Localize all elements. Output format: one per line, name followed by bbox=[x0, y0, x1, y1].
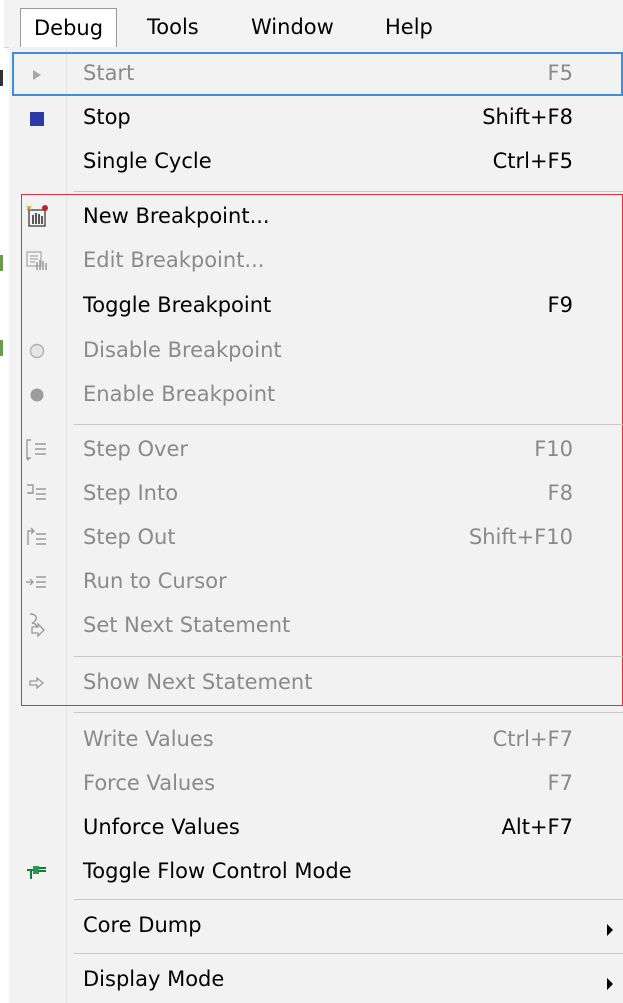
menu-item-label: Step Into bbox=[83, 481, 179, 505]
menu-bar: Debug Tools Window Help bbox=[0, 0, 623, 49]
menu-item-run-to-cursor[interactable]: Run to Cursor bbox=[10, 560, 623, 604]
menu-tools[interactable]: Tools bbox=[134, 8, 212, 47]
menu-item-label: Core Dump bbox=[83, 913, 202, 937]
menu-item-set-next-statement[interactable]: Set Next Statement bbox=[10, 604, 623, 648]
menu-item-shortcut: Ctrl+F7 bbox=[492, 727, 573, 751]
play-icon bbox=[24, 62, 50, 88]
menu-separator bbox=[74, 424, 623, 425]
menu-item-shortcut: Shift+F8 bbox=[482, 105, 573, 129]
menu-item-step-into[interactable]: Step Into F8 bbox=[10, 472, 623, 516]
menu-item-label: Start bbox=[83, 61, 135, 85]
submenu-arrow-icon bbox=[607, 924, 613, 936]
menu-item-label: Single Cycle bbox=[83, 149, 212, 173]
menu-item-shortcut: F7 bbox=[547, 771, 573, 795]
menu-item-label: Toggle Flow Control Mode bbox=[83, 859, 352, 883]
menu-separator bbox=[74, 899, 623, 900]
hollow-circle-icon bbox=[24, 338, 50, 364]
menu-item-shortcut: Shift+F10 bbox=[468, 525, 573, 549]
menu-separator bbox=[74, 656, 623, 657]
menu-item-shortcut: Ctrl+F5 bbox=[492, 149, 573, 173]
menu-item-core-dump[interactable]: Core Dump bbox=[10, 904, 623, 948]
menu-item-label: Run to Cursor bbox=[83, 569, 227, 593]
menu-item-label: Enable Breakpoint bbox=[83, 382, 276, 406]
menu-item-label: Stop bbox=[83, 105, 131, 129]
menu-item-label: Set Next Statement bbox=[83, 613, 291, 637]
menu-item-unforce-values[interactable]: Unforce Values Alt+F7 bbox=[10, 806, 623, 850]
menu-item-shortcut: F5 bbox=[547, 61, 573, 85]
edge-marker bbox=[0, 70, 3, 86]
menu-item-stop[interactable]: Stop Shift+F8 bbox=[10, 96, 623, 140]
menu-item-label: Edit Breakpoint... bbox=[83, 248, 265, 272]
menu-item-label: Write Values bbox=[83, 727, 214, 751]
menu-item-shortcut: F9 bbox=[547, 293, 573, 317]
menu-item-label: Toggle Breakpoint bbox=[83, 293, 272, 317]
menu-item-force-values[interactable]: Force Values F7 bbox=[10, 762, 623, 806]
step-out-icon bbox=[24, 525, 50, 551]
run-to-cursor-icon bbox=[24, 569, 50, 595]
menu-item-shortcut: Alt+F7 bbox=[501, 815, 573, 839]
menu-item-new-breakpoint[interactable]: New Breakpoint... bbox=[10, 196, 623, 240]
menu-item-disable-breakpoint[interactable]: Disable Breakpoint bbox=[10, 329, 623, 373]
flow-control-icon bbox=[24, 859, 50, 885]
menu-help[interactable]: Help bbox=[372, 8, 446, 47]
filled-circle-icon bbox=[24, 382, 50, 408]
menu-debug[interactable]: Debug bbox=[20, 8, 118, 49]
menu-item-write-values[interactable]: Write Values Ctrl+F7 bbox=[10, 718, 623, 762]
menu-item-step-over[interactable]: Step Over F10 bbox=[10, 428, 623, 472]
menu-separator bbox=[74, 712, 623, 713]
stop-icon bbox=[24, 106, 50, 132]
step-over-icon bbox=[24, 437, 50, 463]
menu-separator bbox=[74, 191, 623, 192]
menu-item-label: Disable Breakpoint bbox=[83, 338, 282, 362]
menu-item-label: Unforce Values bbox=[83, 815, 240, 839]
menu-separator bbox=[74, 953, 623, 954]
menu-item-show-next-statement[interactable]: Show Next Statement bbox=[10, 661, 623, 705]
menu-item-start[interactable]: Start F5 bbox=[10, 53, 623, 95]
menu-item-label: Force Values bbox=[83, 771, 216, 795]
menu-item-shortcut: F8 bbox=[547, 481, 573, 505]
menu-item-label: Step Over bbox=[83, 437, 188, 461]
step-into-icon bbox=[24, 481, 50, 507]
menu-window[interactable]: Window bbox=[238, 8, 347, 47]
menu-item-single-cycle[interactable]: Single Cycle Ctrl+F5 bbox=[10, 140, 623, 184]
menu-item-label: New Breakpoint... bbox=[83, 204, 270, 228]
edit-breakpoint-icon bbox=[24, 248, 50, 274]
menu-item-label: Show Next Statement bbox=[83, 670, 313, 694]
menu-item-toggle-breakpoint[interactable]: Toggle Breakpoint F9 bbox=[10, 284, 623, 328]
menu-item-label: Display Mode bbox=[83, 967, 225, 991]
set-next-statement-icon bbox=[24, 612, 50, 638]
edge-marker bbox=[0, 255, 3, 271]
edge-marker bbox=[0, 340, 3, 356]
menu-item-toggle-flow-control-mode[interactable]: Toggle Flow Control Mode bbox=[10, 850, 623, 894]
menu-item-display-mode[interactable]: Display Mode bbox=[10, 958, 623, 1002]
menu-item-step-out[interactable]: Step Out Shift+F10 bbox=[10, 516, 623, 560]
menu-item-label: Step Out bbox=[83, 525, 176, 549]
new-breakpoint-icon bbox=[24, 204, 50, 230]
menu-item-enable-breakpoint[interactable]: Enable Breakpoint bbox=[10, 373, 623, 417]
menu-item-edit-breakpoint[interactable]: Edit Breakpoint... bbox=[10, 240, 623, 284]
menu-item-shortcut: F10 bbox=[534, 437, 573, 461]
right-arrow-icon bbox=[24, 670, 50, 696]
submenu-arrow-icon bbox=[607, 978, 613, 990]
left-edge bbox=[0, 0, 4, 1003]
